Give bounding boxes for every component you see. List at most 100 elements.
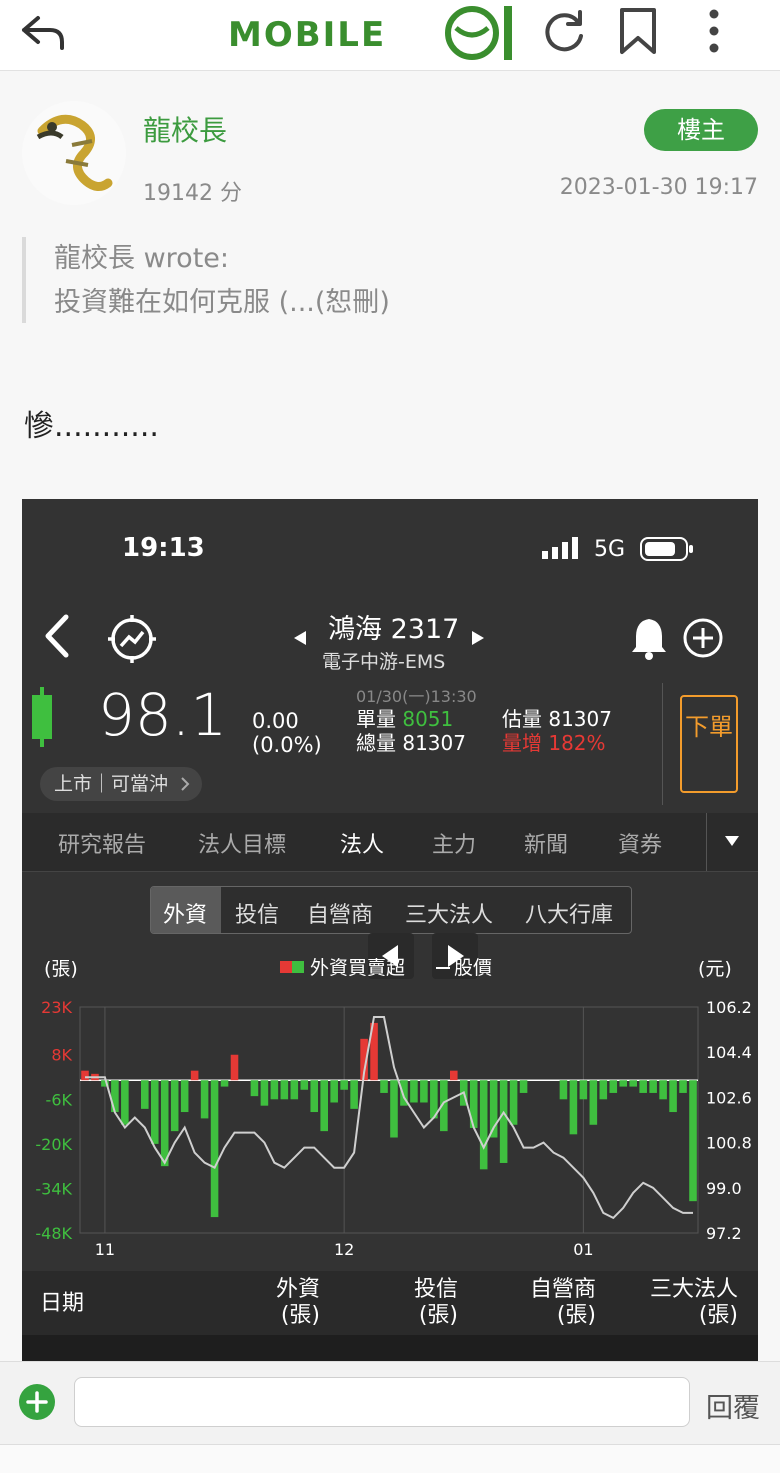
y-left-tick-label: -6K xyxy=(46,1090,73,1109)
more-icon[interactable] xyxy=(690,6,738,56)
y-left-tick-label: 23K xyxy=(41,998,72,1017)
th-date: 日期 xyxy=(40,1291,85,1316)
top-bar: MOBILE xyxy=(0,0,780,71)
dropdown-icon[interactable] xyxy=(724,835,740,847)
bar-sell xyxy=(499,1080,508,1163)
th-dealer-l1: 自營商 xyxy=(529,1277,596,1302)
bookmark-icon[interactable] xyxy=(614,6,662,56)
tab-research[interactable]: 研究報告 xyxy=(58,827,146,859)
table-row xyxy=(22,1335,758,1361)
back-icon[interactable] xyxy=(18,10,70,54)
bottom-nav xyxy=(0,1444,780,1473)
bar-buy xyxy=(81,1070,89,1081)
bar-sell xyxy=(599,1080,608,1100)
th-total: 三大法人 (張) xyxy=(650,1277,738,1329)
bar-sell xyxy=(310,1080,319,1113)
segment-control: 外資 投信 自營商 三大法人 八大行庫 xyxy=(150,886,632,934)
order-button[interactable]: 下單 xyxy=(680,695,738,793)
est-vol: 81307 xyxy=(548,707,612,731)
seg-three[interactable]: 三大法人 xyxy=(405,897,493,929)
tab-main-force[interactable]: 主力 xyxy=(432,827,476,859)
bar-sell xyxy=(579,1080,588,1100)
chevron-right-icon xyxy=(181,777,190,791)
single-vol-label: 單量 xyxy=(356,707,396,731)
dragon-avatar-icon xyxy=(36,114,113,191)
prev-stock-icon[interactable] xyxy=(292,629,310,647)
est-vol-label: 估量 xyxy=(502,707,542,731)
y-right-tick-label: 100.8 xyxy=(706,1134,752,1153)
bar-sell xyxy=(180,1080,189,1113)
tab-target[interactable]: 法人目標 xyxy=(198,827,286,859)
add-attachment-button[interactable] xyxy=(19,1384,55,1420)
x-tick-label: 01 xyxy=(573,1240,593,1259)
y-right-tick-label: 97.2 xyxy=(706,1224,742,1243)
bar-sell xyxy=(559,1080,568,1100)
username[interactable]: 龍校長 xyxy=(143,109,227,149)
signal-icon xyxy=(542,537,578,559)
bar-sell xyxy=(509,1080,518,1125)
bar-buy xyxy=(230,1054,239,1081)
candle-icon xyxy=(32,687,52,747)
bar-sell xyxy=(410,1080,418,1103)
bar-sell xyxy=(639,1080,647,1093)
foreign-net-chart: (張) (元) 外資買賣超 股價 11 12 01 23K 8K -6K -20K -34K -… xyxy=(35,957,752,1259)
seg-dealer[interactable]: 自營商 xyxy=(307,897,373,929)
mobile01-logo[interactable]: MOBILE xyxy=(228,2,518,64)
refresh-icon[interactable] xyxy=(540,6,588,56)
bar-sell xyxy=(250,1080,259,1097)
plus-icon xyxy=(26,1391,48,1413)
bar-sell xyxy=(200,1080,209,1119)
legend-price-swatch xyxy=(436,967,450,969)
tab-news[interactable]: 新聞 xyxy=(524,827,568,859)
single-vol: 8051 xyxy=(402,707,454,731)
bar-sell xyxy=(320,1080,328,1132)
bar-sell xyxy=(160,1080,169,1167)
tab-margin[interactable]: 資券 xyxy=(618,827,662,859)
total-vol-label: 總量 xyxy=(356,731,396,755)
next-stock-icon[interactable] xyxy=(468,629,486,647)
avatar[interactable] xyxy=(22,101,126,205)
th-trust: 投信 (張) xyxy=(414,1277,458,1329)
th-dealer-l2: (張) xyxy=(556,1303,596,1328)
reply-input[interactable] xyxy=(74,1377,690,1427)
add-watchlist-icon[interactable] xyxy=(682,617,724,659)
seg-foreign[interactable]: 外資 xyxy=(163,897,207,929)
bar-sell xyxy=(270,1080,279,1100)
seg-eight-banks[interactable]: 八大行庫 xyxy=(525,897,613,929)
quote-text[interactable]: 投資難在如何克服 (...(恕刪) xyxy=(54,281,522,325)
market-tag[interactable]: 上市｜可當沖 xyxy=(40,767,203,801)
stock-app-screenshot[interactable]: 19:13 5G 鴻海 2317 電子中游-EMS 98.1 0.00 (0.0… xyxy=(22,499,758,1361)
stock-subtitle: 電子中游-EMS xyxy=(322,651,446,673)
bar-sell xyxy=(300,1080,309,1090)
th-total-l1: 三大法人 xyxy=(649,1277,738,1302)
th-foreign: 外資 (張) xyxy=(276,1277,320,1329)
post-time: 2023-01-30 19:17 xyxy=(559,175,758,200)
bar-buy xyxy=(190,1070,199,1081)
bar-sell xyxy=(290,1080,299,1100)
reply-button[interactable]: 回覆 xyxy=(706,1386,760,1425)
post-body: 慘........... xyxy=(24,409,159,444)
bar-sell xyxy=(111,1080,119,1113)
change-pct: (0.0%) xyxy=(252,733,322,757)
th-foreign-l1: 外資 xyxy=(275,1277,320,1302)
bell-icon[interactable] xyxy=(628,615,670,661)
back-chevron-icon[interactable] xyxy=(40,613,74,659)
seg-trust[interactable]: 投信 xyxy=(235,897,279,929)
tab-institutional[interactable]: 法人 xyxy=(340,827,384,859)
bar-sell xyxy=(649,1080,657,1093)
y-right-tick-label: 99.0 xyxy=(706,1179,742,1198)
legend-net: 外資買賣超 xyxy=(310,957,405,979)
legend-buy-swatch xyxy=(280,961,292,973)
market-tag-label: 上市｜可當沖 xyxy=(54,773,169,795)
bar-sell xyxy=(669,1080,677,1113)
th-trust-l1: 投信 xyxy=(413,1277,458,1302)
bar-sell xyxy=(330,1080,338,1103)
trend-target-icon[interactable] xyxy=(106,613,158,665)
bar-sell xyxy=(679,1080,687,1093)
bar-sell xyxy=(609,1080,618,1093)
bar-sell xyxy=(340,1080,348,1090)
x-tick-label: 12 xyxy=(334,1240,354,1259)
bar-sell xyxy=(210,1080,219,1218)
bar-sell xyxy=(150,1080,159,1144)
y-left-tick-label: -48K xyxy=(35,1224,72,1243)
